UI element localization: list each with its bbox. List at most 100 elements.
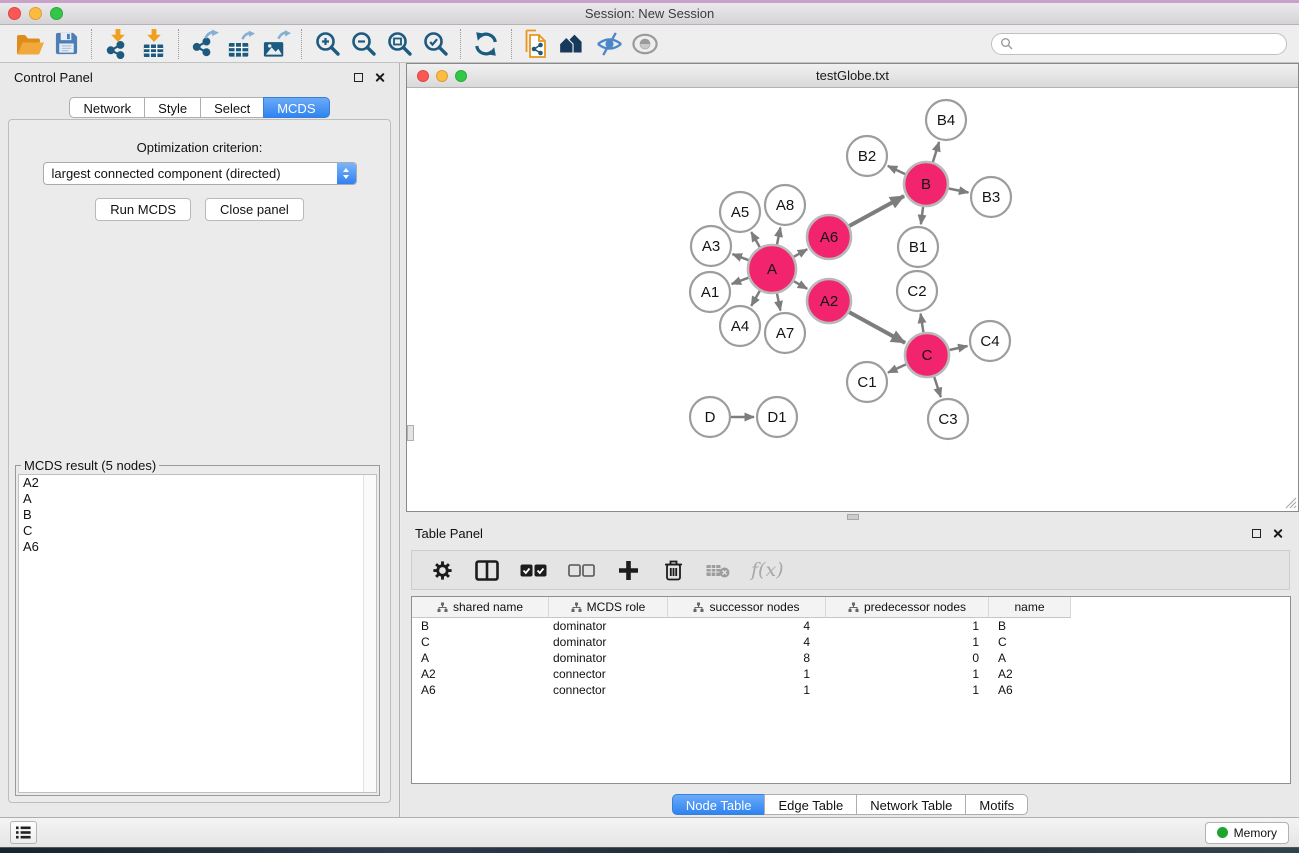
- graph-node-A3[interactable]: A3: [691, 226, 731, 266]
- graph-node-A4[interactable]: A4: [720, 306, 760, 346]
- close-panel-icon[interactable]: [374, 72, 385, 83]
- tab-mcds[interactable]: MCDS: [263, 97, 329, 118]
- export-table-button[interactable]: [222, 28, 258, 60]
- home-button[interactable]: [555, 28, 591, 60]
- add-column-button[interactable]: [616, 555, 640, 585]
- export-image-button[interactable]: [258, 28, 294, 60]
- graph-node-C3[interactable]: C3: [928, 399, 968, 439]
- graph-node-B2[interactable]: B2: [847, 136, 887, 176]
- graph-node-A7[interactable]: A7: [765, 313, 805, 353]
- graph-edge-B-B3[interactable]: [949, 189, 969, 193]
- float-panel-icon[interactable]: [354, 73, 363, 82]
- graph-node-D1[interactable]: D1: [757, 397, 797, 437]
- export-network-button[interactable]: [186, 28, 222, 60]
- table-row[interactable]: Adominator80A: [412, 650, 1290, 666]
- float-table-panel-icon[interactable]: [1252, 529, 1261, 538]
- delete-column-button[interactable]: [661, 555, 685, 585]
- network-canvas[interactable]: B4 B2 B B3 A5A8A6 B1 A3 A C2 A1 A2 A4A7 C4 C C1 C3 D D1: [407, 88, 1298, 510]
- mcds-result-item[interactable]: A2: [19, 475, 376, 491]
- graph-node-C[interactable]: C: [905, 333, 949, 377]
- column-header-name[interactable]: name: [989, 597, 1071, 618]
- tab-style[interactable]: Style: [144, 97, 201, 118]
- graph-edge-A-A8[interactable]: [777, 228, 780, 245]
- graph-edge-B-B2[interactable]: [888, 166, 905, 174]
- mcds-result-item[interactable]: A: [19, 491, 376, 507]
- table-row[interactable]: Bdominator41B: [412, 618, 1290, 634]
- column-header-successor-nodes[interactable]: successor nodes: [668, 597, 826, 618]
- tab-node-table[interactable]: Node Table: [672, 794, 766, 815]
- graph-node-A6[interactable]: A6: [807, 215, 851, 259]
- graph-node-A[interactable]: A: [748, 245, 796, 293]
- show-details-button[interactable]: [627, 28, 663, 60]
- table-row[interactable]: A6connector11A6: [412, 682, 1290, 698]
- column-header-MCDS-role[interactable]: MCDS role: [549, 597, 668, 618]
- table-row[interactable]: Cdominator41C: [412, 634, 1290, 650]
- graph-edge-A2-C[interactable]: [849, 312, 905, 343]
- graph-node-C1[interactable]: C1: [847, 362, 887, 402]
- scrollbar-track[interactable]: [363, 475, 376, 792]
- graph-edge-A-A5[interactable]: [751, 232, 760, 247]
- search-input[interactable]: [1018, 36, 1278, 51]
- graph-edge-A-A6[interactable]: [794, 249, 807, 257]
- column-header-predecessor-nodes[interactable]: predecessor nodes: [826, 597, 989, 618]
- save-session-button[interactable]: [48, 28, 84, 60]
- panel-grip[interactable]: [407, 425, 414, 441]
- memory-button[interactable]: Memory: [1205, 822, 1289, 844]
- task-history-button[interactable]: [10, 821, 37, 844]
- graph-node-A5[interactable]: A5: [720, 192, 760, 232]
- close-table-panel-icon[interactable]: [1272, 528, 1283, 539]
- tab-motifs[interactable]: Motifs: [965, 794, 1028, 815]
- refresh-button[interactable]: [468, 28, 504, 60]
- tab-select[interactable]: Select: [200, 97, 264, 118]
- table-row[interactable]: A2connector11A2: [412, 666, 1290, 682]
- graph-node-A1[interactable]: A1: [690, 272, 730, 312]
- run-mcds-button[interactable]: Run MCDS: [95, 198, 191, 221]
- open-session-button[interactable]: [12, 28, 48, 60]
- hide-details-button[interactable]: [591, 28, 627, 60]
- tab-edge-table[interactable]: Edge Table: [764, 794, 857, 815]
- graph-node-C4[interactable]: C4: [970, 321, 1010, 361]
- graph-node-A2[interactable]: A2: [807, 279, 851, 323]
- graph-edge-A-A7[interactable]: [777, 294, 780, 311]
- import-network-button[interactable]: [99, 28, 135, 60]
- graph-node-B[interactable]: B: [904, 162, 948, 206]
- graph-node-C2[interactable]: C2: [897, 271, 937, 311]
- optimization-criterion-select[interactable]: largest connected component (directed): [43, 162, 357, 185]
- mcds-result-list[interactable]: A2ABCA6: [18, 474, 377, 793]
- mcds-result-item[interactable]: B: [19, 507, 376, 523]
- graph-node-A8[interactable]: A8: [765, 185, 805, 225]
- function-builder-button[interactable]: f(x): [751, 555, 784, 585]
- graph-edge-C-C4[interactable]: [950, 346, 968, 350]
- graph-edge-C-C1[interactable]: [888, 364, 906, 372]
- zoom-in-button[interactable]: [309, 28, 345, 60]
- graph-edge-A-A2[interactable]: [794, 281, 807, 289]
- graph-edge-B-B1[interactable]: [921, 207, 923, 224]
- graph-edge-A-A3[interactable]: [733, 254, 749, 260]
- graph-edge-A-A1[interactable]: [732, 278, 749, 284]
- tab-network-table[interactable]: Network Table: [856, 794, 966, 815]
- graph-node-D[interactable]: D: [690, 397, 730, 437]
- graph-edge-B-B4[interactable]: [933, 142, 939, 162]
- search-field[interactable]: [991, 33, 1287, 55]
- mcds-result-item[interactable]: A6: [19, 539, 376, 555]
- mcds-result-item[interactable]: C: [19, 523, 376, 539]
- resize-grip-icon[interactable]: [1284, 496, 1297, 509]
- graph-edge-A-A4[interactable]: [751, 291, 760, 306]
- graph-node-B3[interactable]: B3: [971, 177, 1011, 217]
- deselect-all-button[interactable]: [568, 555, 595, 585]
- graph-edge-C-C2[interactable]: [921, 314, 924, 333]
- table-settings-button[interactable]: [430, 555, 454, 585]
- network-from-document-button[interactable]: [519, 28, 555, 60]
- zoom-out-button[interactable]: [345, 28, 381, 60]
- tab-network[interactable]: Network: [69, 97, 145, 118]
- close-panel-button[interactable]: Close panel: [205, 198, 304, 221]
- graph-node-B4[interactable]: B4: [926, 100, 966, 140]
- column-header-shared-name[interactable]: shared name: [412, 597, 549, 618]
- select-all-button[interactable]: [520, 555, 547, 585]
- zoom-fit-button[interactable]: [381, 28, 417, 60]
- zoom-selected-button[interactable]: [417, 28, 453, 60]
- graph-node-B1[interactable]: B1: [898, 227, 938, 267]
- graph-edge-A6-B[interactable]: [849, 196, 904, 226]
- delete-table-button[interactable]: [706, 555, 730, 585]
- graph-edge-C-C3[interactable]: [934, 377, 941, 397]
